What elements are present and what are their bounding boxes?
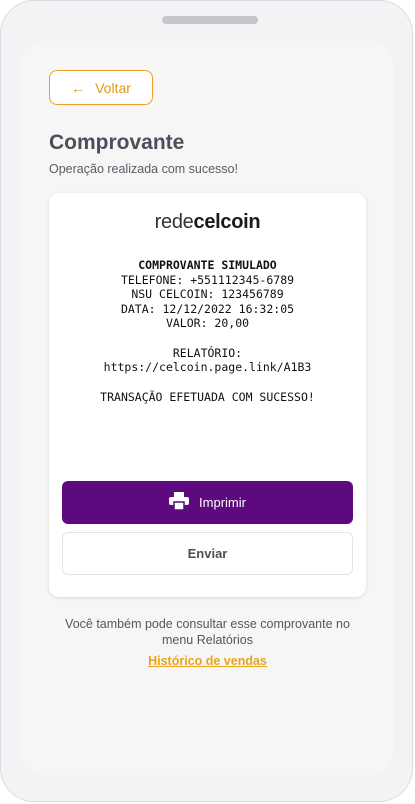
receipt-text: COMPROVANTE SIMULADO TELEFONE: +55111234… xyxy=(49,258,366,404)
rede-celcoin-logo: redecelcoin xyxy=(0,211,415,234)
page-title: Comprovante xyxy=(49,131,185,154)
printer-icon xyxy=(169,492,190,513)
receipt-heading: COMPROVANTE SIMULADO xyxy=(138,258,277,272)
print-button-label: Imprimir xyxy=(199,495,246,510)
page-subtitle: Operação realizada com sucesso! xyxy=(49,162,238,176)
back-button[interactable]: ← Voltar xyxy=(49,70,153,105)
receipt-telefone: TELEFONE: +551112345-6789 xyxy=(120,272,295,287)
receipt-relatorio-label: RELATÓRIO: xyxy=(172,345,243,360)
print-button[interactable]: Imprimir xyxy=(62,481,353,524)
receipt-valor: VALOR: 20,00 xyxy=(165,316,250,330)
sales-history-link[interactable]: Histórico de vendas xyxy=(0,654,415,668)
logo-rede: rede xyxy=(154,211,194,233)
phone-notch xyxy=(162,16,258,24)
receipt-data: DATA: 12/12/2022 16:32:05 xyxy=(120,301,295,316)
send-button-label: Enviar xyxy=(187,546,228,561)
info-text: Você também pode consultar esse comprova… xyxy=(65,617,350,647)
arrow-left-icon: ← xyxy=(71,79,86,96)
receipt-relatorio-link: https://celcoin.page.link/A1B3 xyxy=(103,360,312,374)
receipt-status: TRANSAÇÃO EFETUADA COM SUCESSO! xyxy=(100,389,315,404)
receipt-nsu: NSU CELCOIN: 123456789 xyxy=(131,287,284,301)
send-button[interactable]: Enviar xyxy=(62,532,353,575)
logo-celcoin: celcoin xyxy=(193,211,261,233)
back-button-label: Voltar xyxy=(95,79,131,96)
